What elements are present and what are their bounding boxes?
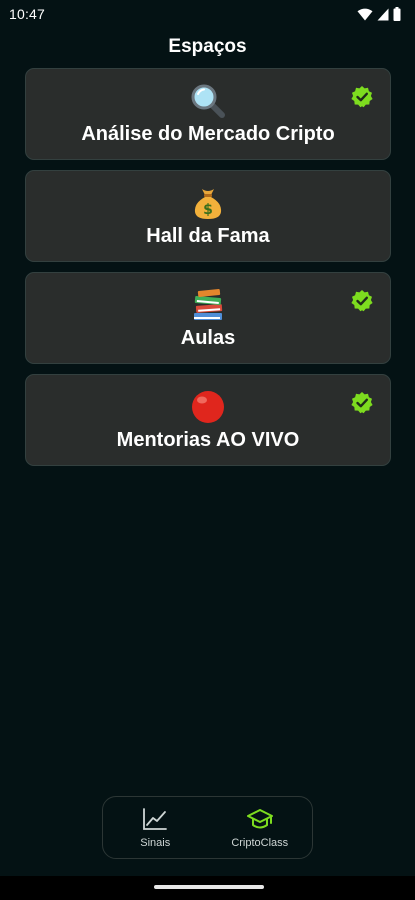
bottom-navigation: Sinais CriptoClass — [102, 796, 313, 859]
status-bar: 10:47 — [0, 0, 415, 28]
signal-icon — [377, 8, 389, 21]
page-title: Espaços — [168, 36, 247, 57]
verified-badge-icon — [350, 391, 374, 415]
status-icons — [357, 7, 401, 21]
space-card-analise-mercado[interactable]: Análise do Mercado Cripto — [25, 68, 391, 160]
home-indicator[interactable] — [154, 885, 264, 889]
space-card-aulas[interactable]: Aulas — [25, 272, 391, 364]
space-card-label: Aulas — [180, 327, 236, 349]
nav-item-sinais[interactable]: Sinais — [110, 798, 200, 858]
space-card-label: Mentorias AO VIVO — [116, 429, 300, 451]
nav-label: Sinais — [140, 837, 171, 849]
space-card-mentorias[interactable]: Mentorias AO VIVO — [25, 374, 391, 466]
red-circle-icon — [188, 389, 228, 425]
magnifying-glass-icon — [188, 83, 228, 119]
system-navigation-bar — [0, 876, 415, 900]
spaces-list: Análise do Mercado Cripto $ Hall da Fama — [25, 68, 391, 466]
space-card-label: Análise do Mercado Cripto — [81, 123, 335, 145]
chart-line-icon — [141, 806, 169, 832]
app-screen: 10:47 Espaços Análise do Mercado Cripto … — [0, 0, 415, 900]
books-icon — [188, 287, 228, 323]
wifi-icon — [357, 8, 373, 21]
battery-icon — [393, 7, 401, 21]
nav-label: CriptoClass — [231, 837, 289, 849]
money-bag-icon: $ — [188, 185, 228, 221]
nav-item-criptoclass[interactable]: CriptoClass — [215, 798, 305, 858]
status-time: 10:47 — [9, 6, 46, 22]
svg-text:$: $ — [203, 202, 213, 218]
space-card-hall-da-fama[interactable]: $ Hall da Fama — [25, 170, 391, 262]
space-card-label: Hall da Fama — [146, 225, 270, 247]
verified-badge-icon — [350, 289, 374, 313]
verified-badge-icon — [350, 85, 374, 109]
graduation-cap-icon — [246, 806, 274, 832]
